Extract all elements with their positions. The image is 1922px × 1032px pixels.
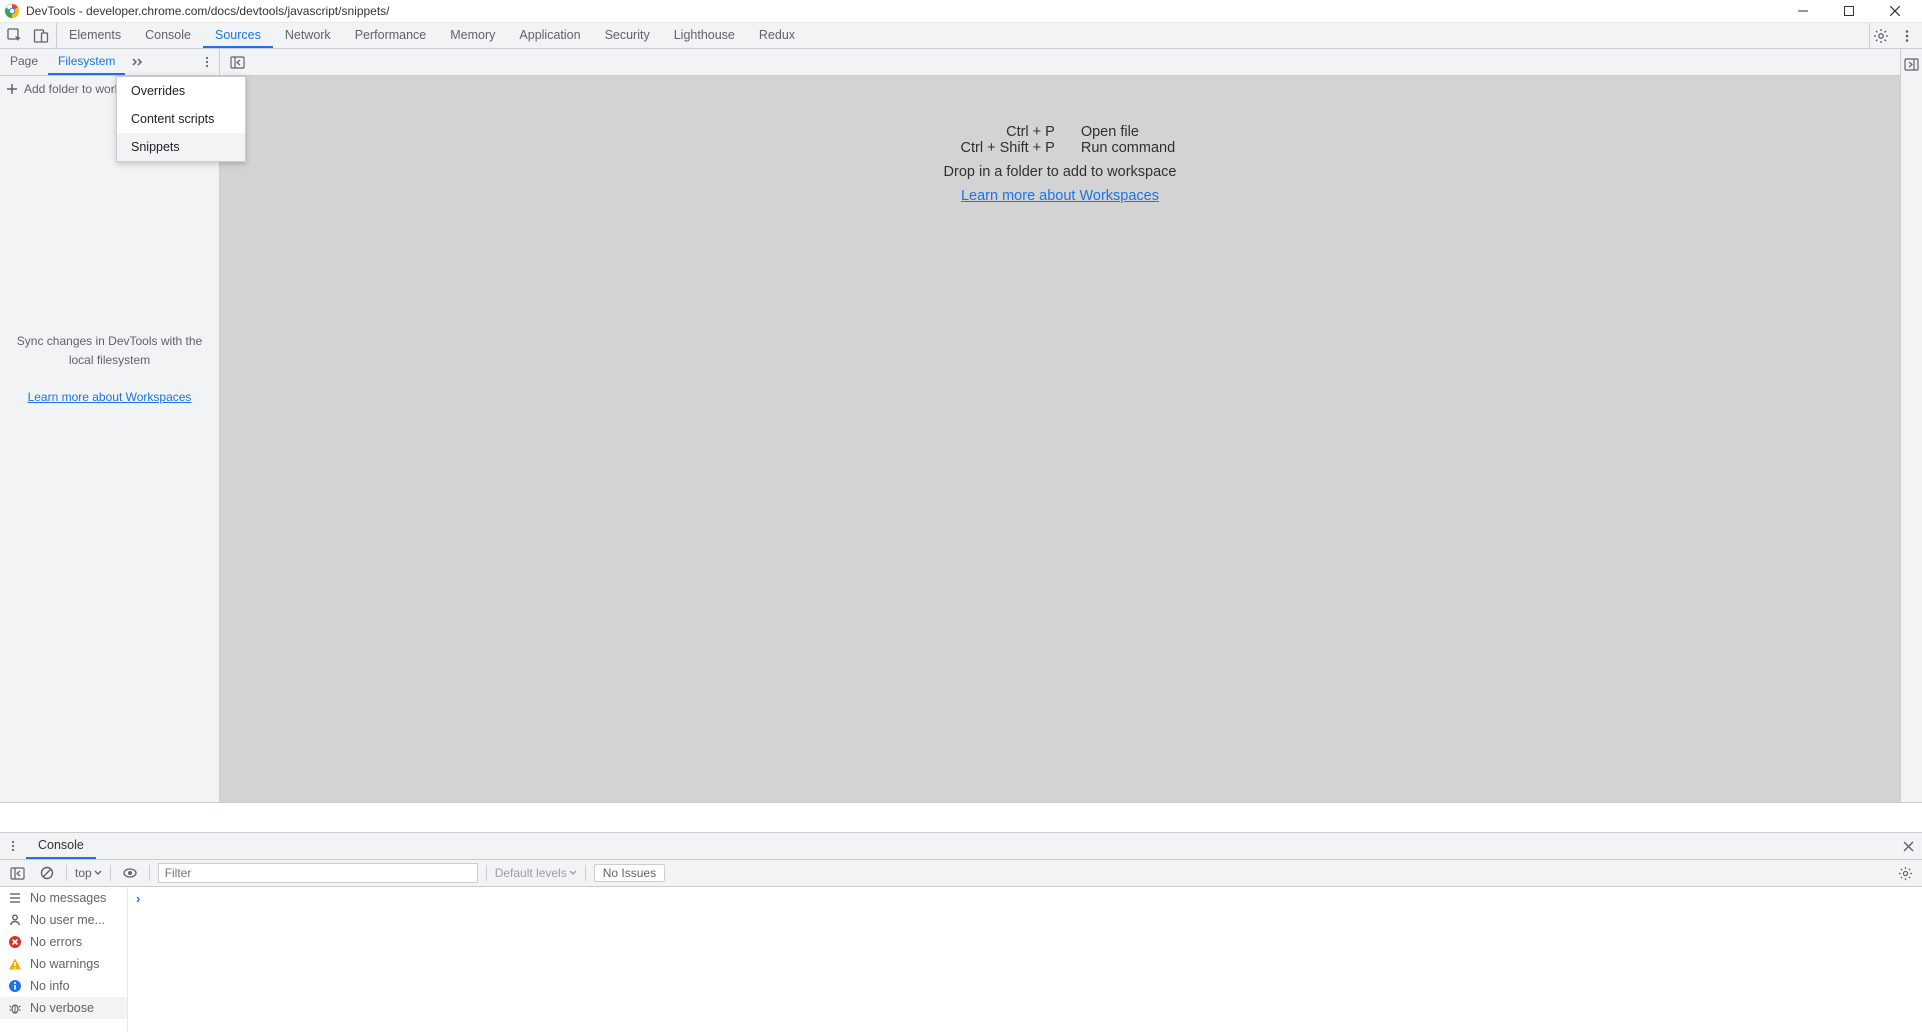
show-navigator-icon[interactable] <box>226 51 248 73</box>
hide-debugger-icon[interactable] <box>1901 53 1922 75</box>
console-filter-label: No messages <box>30 891 106 905</box>
dropdown-item-content-scripts[interactable]: Content scripts <box>117 105 245 133</box>
titlebar-text: DevTools - developer.chrome.com/docs/dev… <box>26 4 1780 18</box>
list-icon <box>8 891 22 905</box>
tab-security[interactable]: Security <box>593 23 662 48</box>
console-sidebar: No messages No user me... No errors No warn… <box>0 887 128 1032</box>
tab-sources[interactable]: Sources <box>203 23 273 48</box>
dropdown-item-snippets[interactable]: Snippets <box>117 133 245 161</box>
dropdown-item-overrides[interactable]: Overrides <box>117 77 245 105</box>
chevron-down-icon <box>94 869 102 877</box>
error-icon <box>8 935 22 949</box>
titlebar: DevTools - developer.chrome.com/docs/dev… <box>0 0 1922 23</box>
info-icon <box>8 979 22 993</box>
user-icon <box>8 913 22 927</box>
toggle-console-sidebar-icon[interactable] <box>6 862 28 884</box>
issues-pill[interactable]: No Issues <box>594 864 665 882</box>
inspect-element-icon[interactable] <box>4 25 26 47</box>
console-filter-error[interactable]: No errors <box>0 931 127 953</box>
tab-lighthouse[interactable]: Lighthouse <box>662 23 747 48</box>
tab-memory[interactable]: Memory <box>438 23 507 48</box>
settings-icon[interactable] <box>1870 25 1892 47</box>
sidebar-menu-icon[interactable] <box>195 49 219 75</box>
context-selector[interactable]: top <box>75 866 102 880</box>
device-toggle-icon[interactable] <box>30 25 52 47</box>
shortcut-key: Ctrl + P <box>945 124 1055 140</box>
clear-console-icon[interactable] <box>36 862 58 884</box>
sidebar-message: Sync changes in DevTools with the local … <box>0 332 219 370</box>
more-icon[interactable] <box>1896 25 1918 47</box>
maximize-button[interactable] <box>1826 0 1872 23</box>
drawer-tab-console[interactable]: Console <box>26 833 96 859</box>
editor-area: Ctrl + P Open file Ctrl + Shift + P Run com… <box>220 49 1900 802</box>
devtools-icon <box>4 3 20 19</box>
console-filter-user[interactable]: No user me... <box>0 909 127 931</box>
console-filter-label: No verbose <box>30 1001 94 1015</box>
tab-performance[interactable]: Performance <box>343 23 439 48</box>
shortcut-row: Ctrl + P Open file <box>945 124 1175 140</box>
context-label: top <box>75 866 92 880</box>
shortcut-action: Run command <box>1081 140 1175 156</box>
more-tabs-icon[interactable] <box>125 49 149 75</box>
console-filter-warning[interactable]: No warnings <box>0 953 127 975</box>
drawer-close-icon[interactable] <box>1894 833 1922 859</box>
shortcut-action: Open file <box>1081 124 1139 140</box>
shortcut-row: Ctrl + Shift + P Run command <box>945 140 1175 156</box>
console-filter-label: No warnings <box>30 957 99 971</box>
tab-application[interactable]: Application <box>507 23 592 48</box>
minimize-button[interactable] <box>1780 0 1826 23</box>
drawer-splitter[interactable] <box>0 802 1922 832</box>
tab-elements[interactable]: Elements <box>57 23 133 48</box>
tab-console[interactable]: Console <box>133 23 203 48</box>
workspace-hint: Drop in a folder to add to workspace <box>944 164 1177 180</box>
console-filter-label: No user me... <box>30 913 105 927</box>
console-filter-label: No errors <box>30 935 82 949</box>
console-prompt-icon: › <box>136 891 140 906</box>
log-levels-selector[interactable]: Default levels <box>495 866 577 880</box>
console-filter-info[interactable]: No info <box>0 975 127 997</box>
plus-icon <box>6 83 18 95</box>
live-expression-icon[interactable] <box>119 862 141 884</box>
console-filter-bug[interactable]: No verbose <box>0 997 127 1019</box>
tab-network[interactable]: Network <box>273 23 343 48</box>
subtab-filesystem[interactable]: Filesystem <box>48 49 125 75</box>
console-output[interactable]: › <box>128 887 1922 1032</box>
warning-icon <box>8 957 22 971</box>
console-settings-icon[interactable] <box>1894 862 1916 884</box>
levels-label: Default levels <box>495 866 567 880</box>
bug-icon <box>8 1001 22 1015</box>
shortcut-key: Ctrl + Shift + P <box>945 140 1055 156</box>
sources-sidebar: PageFilesystem Add folder to workspace S… <box>0 49 220 802</box>
main-tabstrip: ElementsConsoleSourcesNetworkPerformance… <box>0 23 1922 49</box>
subtab-page[interactable]: Page <box>0 49 48 75</box>
console-filter-input[interactable] <box>158 863 478 883</box>
console-filter-list[interactable]: No messages <box>0 887 127 909</box>
right-gutter <box>1900 49 1922 802</box>
console-drawer: Console top Defau <box>0 832 1922 1032</box>
tab-redux[interactable]: Redux <box>747 23 807 48</box>
sidebar-workspaces-link[interactable]: Learn more about Workspaces <box>28 390 192 404</box>
chevron-down-icon <box>569 869 577 877</box>
console-filter-label: No info <box>30 979 70 993</box>
subtab-dropdown: OverridesContent scriptsSnippets <box>116 76 246 162</box>
drawer-menu-icon[interactable] <box>0 833 26 859</box>
editor-workspaces-link[interactable]: Learn more about Workspaces <box>961 188 1159 204</box>
close-button[interactable] <box>1872 0 1918 23</box>
